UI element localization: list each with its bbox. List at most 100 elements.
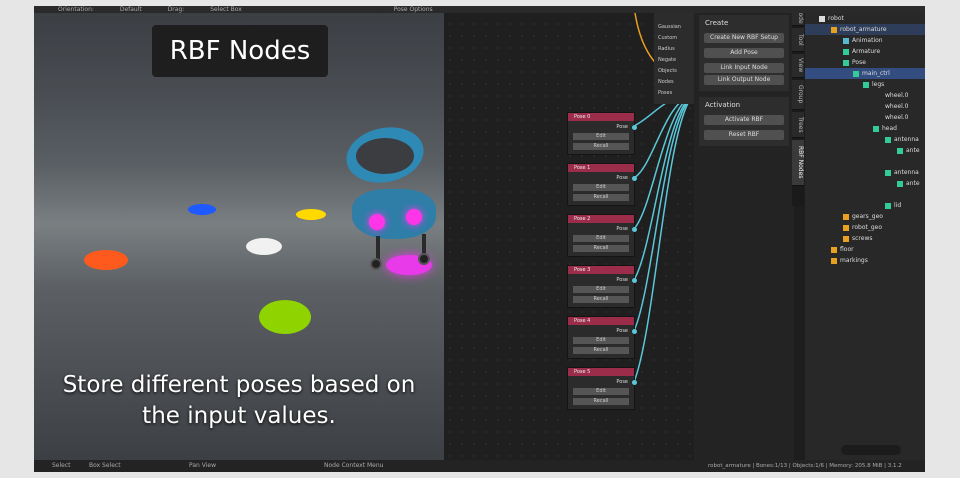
bone-icon bbox=[873, 125, 879, 132]
bone-icon bbox=[885, 136, 891, 143]
outliner-row[interactable]: main_ctrl bbox=[805, 68, 925, 79]
status-pan-view: Pan View bbox=[189, 462, 216, 469]
tab-tool[interactable]: Tool bbox=[792, 28, 804, 52]
outliner-row[interactable]: robot_armature bbox=[805, 24, 925, 35]
activation-section: Activation Activate RBF Reset RBF bbox=[699, 97, 789, 146]
tab-group[interactable]: Group bbox=[792, 80, 804, 110]
outliner-row[interactable]: wheel.0 bbox=[805, 90, 925, 101]
create-new-rbf-setup-button[interactable]: Create New RBF Setup bbox=[704, 33, 784, 43]
recall-button[interactable]: Recall bbox=[573, 347, 629, 354]
robot-wheel-left bbox=[370, 258, 382, 270]
link-input-node-button[interactable]: Link Input Node bbox=[704, 63, 784, 73]
outliner-row[interactable]: Armature bbox=[805, 46, 925, 57]
edit-button[interactable]: Edit bbox=[573, 184, 629, 191]
pose-node-2[interactable]: Pose 2 Pose Edit Recall bbox=[567, 214, 637, 257]
3d-viewport[interactable]: RBF Nodes Store different poses based on… bbox=[34, 6, 444, 460]
outliner-row[interactable]: markings bbox=[805, 255, 925, 266]
recall-button[interactable]: Recall bbox=[573, 245, 629, 252]
recall-button[interactable]: Recall bbox=[573, 398, 629, 405]
kernel-gaussian[interactable]: Gaussian bbox=[654, 22, 694, 33]
slide-title: RBF Nodes bbox=[152, 25, 328, 77]
outliner-row[interactable]: gears_geo bbox=[805, 211, 925, 222]
output-socket[interactable] bbox=[632, 125, 637, 130]
output-label: Pose bbox=[616, 226, 628, 232]
pose-node-1[interactable]: Pose 1 Pose Edit Recall bbox=[567, 163, 637, 206]
orientation-label: Orientation: bbox=[58, 6, 94, 13]
radius-field[interactable]: Radius bbox=[654, 44, 694, 55]
tab-rbf-nodes[interactable]: RBF Nodes bbox=[792, 140, 804, 186]
output-socket[interactable] bbox=[632, 176, 637, 181]
pose-node-5[interactable]: Pose 5 Pose Edit Recall bbox=[567, 367, 637, 410]
output-socket[interactable] bbox=[632, 329, 637, 334]
robot-wheel-right bbox=[418, 253, 430, 265]
app-window: RBF Nodes Store different poses based on… bbox=[34, 6, 925, 472]
link-output-node-button[interactable]: Link Output Node bbox=[704, 75, 784, 85]
edit-button[interactable]: Edit bbox=[573, 133, 629, 140]
outliner-row[interactable]: floor bbox=[805, 244, 925, 255]
drag-select[interactable]: Select Box bbox=[210, 6, 242, 13]
node-title[interactable]: Pose 2 bbox=[568, 215, 634, 223]
mesh-icon bbox=[843, 224, 849, 231]
bone-icon bbox=[885, 202, 891, 209]
pose-node-3[interactable]: Pose 3 Pose Edit Recall bbox=[567, 265, 637, 308]
edit-button[interactable]: Edit bbox=[573, 286, 629, 293]
poses-socket[interactable]: Poses bbox=[654, 88, 694, 99]
reset-rbf-button[interactable]: Reset RBF bbox=[704, 130, 784, 140]
objects-socket[interactable]: Objects bbox=[654, 66, 694, 77]
output-label: Pose bbox=[616, 328, 628, 334]
node-title[interactable]: Pose 1 bbox=[568, 164, 634, 172]
node-title[interactable]: Pose 3 bbox=[568, 266, 634, 274]
edit-button[interactable]: Edit bbox=[573, 388, 629, 395]
bone-icon bbox=[885, 169, 891, 176]
pose-options-menu[interactable]: Pose Options bbox=[394, 6, 433, 13]
node-title[interactable]: Pose 5 bbox=[568, 368, 634, 376]
edit-button[interactable]: Edit bbox=[573, 235, 629, 242]
node-title[interactable]: Pose 4 bbox=[568, 317, 634, 325]
create-title: Create bbox=[705, 19, 729, 27]
output-socket[interactable] bbox=[632, 278, 637, 283]
recall-button[interactable]: Recall bbox=[573, 194, 629, 201]
outliner-row[interactable]: robot bbox=[805, 13, 925, 24]
outliner-row[interactable]: Animation bbox=[805, 35, 925, 46]
outliner-row[interactable]: wheel.0 bbox=[805, 101, 925, 112]
outliner-row[interactable]: wheel.0 bbox=[805, 112, 925, 123]
outliner-row[interactable]: Pose bbox=[805, 57, 925, 68]
orientation-select[interactable]: Default bbox=[120, 6, 142, 13]
outliner-row[interactable]: antenna bbox=[805, 167, 925, 178]
tab-view[interactable]: View bbox=[792, 54, 804, 78]
recall-button[interactable]: Recall bbox=[573, 296, 629, 303]
output-socket[interactable] bbox=[632, 380, 637, 385]
outliner-row[interactable]: ante bbox=[805, 145, 925, 156]
activate-rbf-button[interactable]: Activate RBF bbox=[704, 115, 784, 125]
outliner-row[interactable]: head bbox=[805, 123, 925, 134]
status-bar: Select Box Select Pan View Node Context … bbox=[34, 460, 925, 472]
outliner-row[interactable]: screws bbox=[805, 233, 925, 244]
pose-node-4[interactable]: Pose 4 Pose Edit Recall bbox=[567, 316, 637, 359]
outliner-row[interactable]: robot_geo bbox=[805, 222, 925, 233]
recall-button[interactable]: Recall bbox=[573, 143, 629, 150]
outliner-search[interactable] bbox=[841, 445, 901, 455]
robot-right-eye bbox=[406, 209, 422, 225]
bone-icon bbox=[897, 180, 903, 187]
add-pose-button[interactable]: Add Pose bbox=[704, 48, 784, 58]
outliner[interactable]: Scene Collection robot robot_armature An… bbox=[805, 6, 925, 460]
robot-gears bbox=[356, 138, 414, 174]
kernel-custom[interactable]: Custom bbox=[654, 33, 694, 44]
outliner-row[interactable]: antenna bbox=[805, 134, 925, 145]
status-box-select: Box Select bbox=[89, 462, 121, 469]
pose-node-0[interactable]: Pose 0 Pose Edit Recall bbox=[567, 112, 637, 155]
yellow-marker bbox=[296, 209, 326, 220]
negate-checkbox[interactable]: Negate bbox=[654, 55, 694, 66]
node-title[interactable]: Pose 0 bbox=[568, 113, 634, 121]
orange-marker bbox=[84, 250, 128, 270]
slide-caption: Store different poses based on the input… bbox=[34, 370, 444, 432]
nodes-socket[interactable]: Nodes bbox=[654, 77, 694, 88]
outliner-row[interactable]: legs bbox=[805, 79, 925, 90]
bone-icon bbox=[853, 70, 859, 77]
output-socket[interactable] bbox=[632, 227, 637, 232]
outliner-row[interactable]: lid bbox=[805, 200, 925, 211]
outliner-row[interactable]: ante bbox=[805, 178, 925, 189]
mesh-icon bbox=[843, 235, 849, 242]
edit-button[interactable]: Edit bbox=[573, 337, 629, 344]
tab-trees[interactable]: Trees bbox=[792, 112, 804, 138]
